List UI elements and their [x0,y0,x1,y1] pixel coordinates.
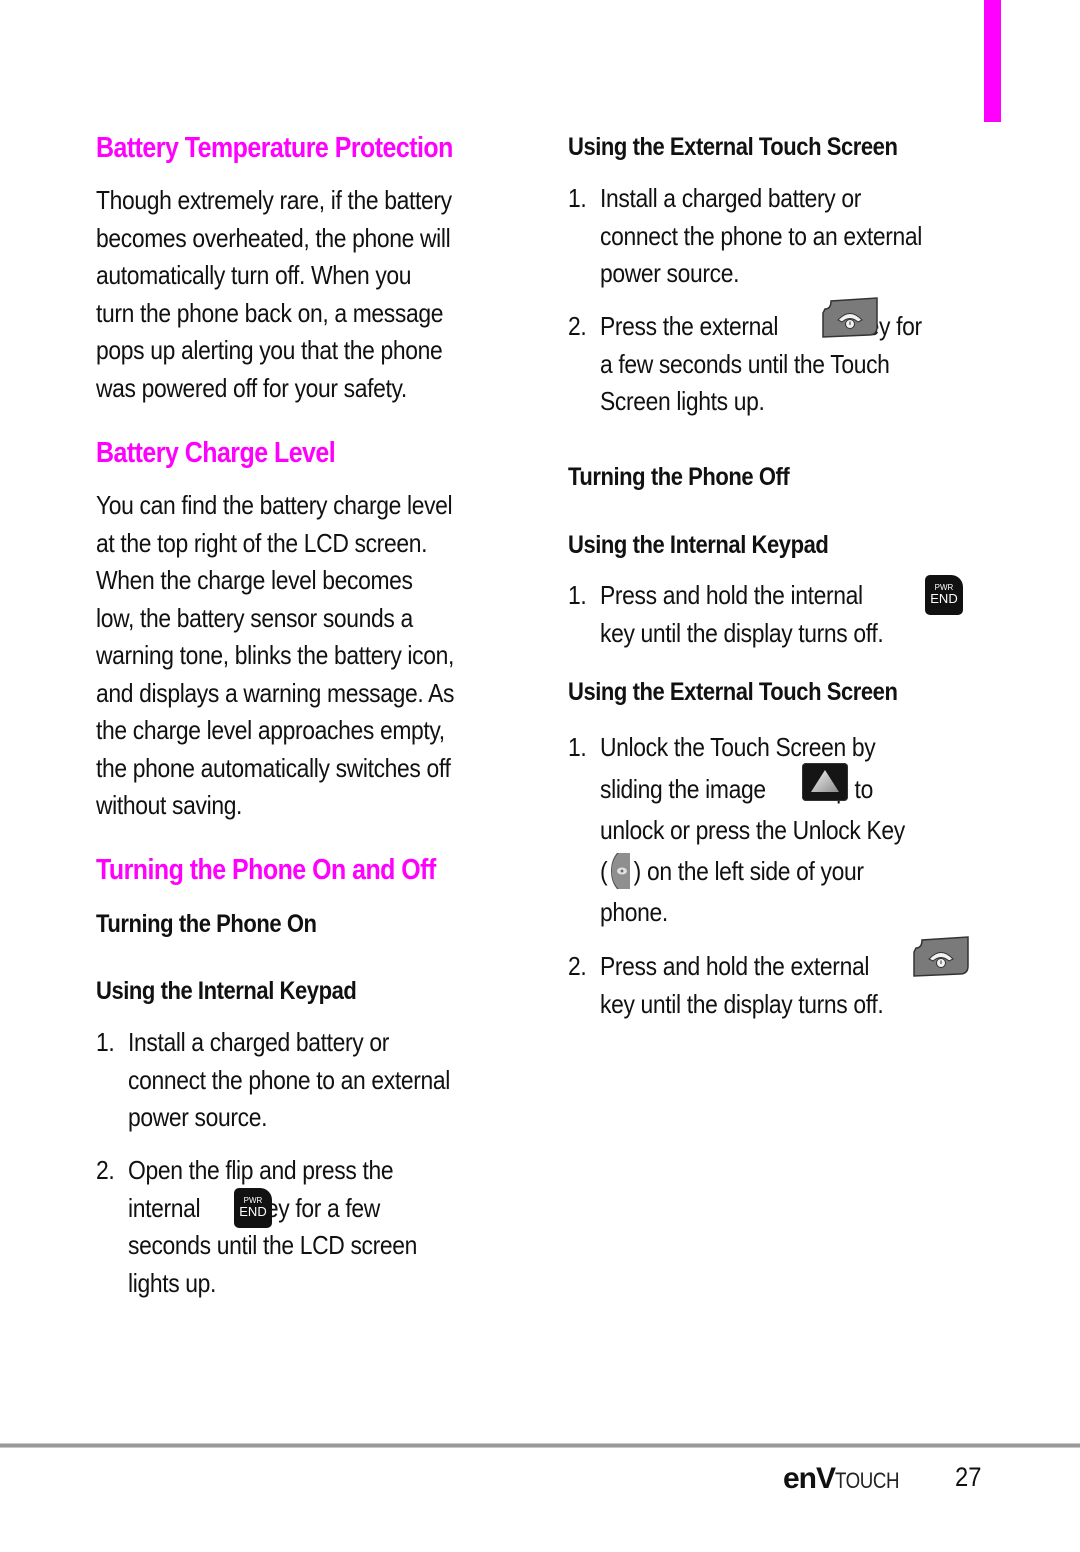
step-line: unlock or press the Unlock Key [600,815,905,845]
step-line: internal key for a few [128,1190,417,1228]
paragraph-line: low, the battery sensor sounds a [96,602,413,633]
step-line: Install a charged battery or [128,1027,390,1057]
pwr-end-key-icon: PWR END [234,1188,272,1228]
step-number: 2. [568,951,587,981]
step-line: phone. [600,897,668,927]
step-number: 1. [96,1027,115,1057]
unlock-key-icon [611,852,631,890]
paragraph-line: and displays a warning message. As [96,677,455,708]
step-line: Press and hold the internal [600,580,863,610]
section-tab-marker [984,0,1001,122]
paragraph-line: the charge level approaches empty, [96,715,445,745]
brand-logo: enVTOUCH [783,1462,910,1495]
step-line: ( ) on the left side of your [600,853,905,891]
step-line: Press and hold the external [600,951,870,981]
turning-phone-off-heading: Turning the Phone Off [568,463,790,491]
paragraph-line: becomes overheated, the phone will [96,222,451,253]
paragraph-line: was powered off for your safety. [96,372,407,403]
step-text: sliding the image [600,773,766,804]
end-label: END [239,1204,267,1219]
step-line: a few seconds until the Touch [600,348,890,379]
external-touch-screen-on-heading: Using the External Touch Screen [568,133,898,161]
battery-charge-paragraph: You can find the battery charge level at… [96,487,454,825]
step-line: power source. [600,258,740,288]
step-line: key until the display turns off. [600,617,884,648]
step-line: Install a charged battery or [600,183,862,213]
paragraph-line: the phone automatically switches off [96,752,451,783]
step-line: Open the flip and press the [128,1155,394,1185]
turning-phone-on-off-heading: Turning the Phone On and Off [96,854,436,886]
turning-phone-on-subheading: Turning the Phone On [96,910,317,938]
paragraph-line: without saving. [96,790,243,820]
step-text: ( [600,855,608,886]
external-end-key-icon [821,297,879,339]
step-number: 2. [568,311,587,341]
step-line: connect the phone to an external [128,1064,451,1095]
step-number: 1. [568,732,587,762]
step-text: Press the external [600,311,779,341]
brand-env: enV [783,1462,836,1495]
battery-temperature-heading: Battery Temperature Protection [96,132,453,164]
step-line: Screen lights up. [600,386,765,416]
step-text: key for a few [254,1192,380,1223]
page-number: 27 [955,1462,982,1492]
paragraph-line: pops up alerting you that the phone [96,335,443,365]
step-line: connect the phone to an external [600,220,923,251]
battery-temperature-paragraph: Though extremely rare, if the battery be… [96,182,452,407]
step-number: 1. [568,183,587,213]
end-label: END [930,591,958,606]
step-text: internal [128,1192,201,1223]
paragraph-line: When the charge level becomes [96,565,413,595]
step-line: power source. [128,1102,268,1132]
step-number: 2. [96,1155,115,1185]
step-line: seconds until the LCD screen [128,1230,418,1260]
paragraph-line: automatically turn off. When you [96,260,412,290]
step-line: key until the display turns off. [600,988,884,1019]
step-line: sliding the image up to [600,771,905,809]
pwr-end-key-icon: PWR END [925,575,963,615]
step-line: Unlock the Touch Screen by [600,732,876,762]
footer-divider [0,1443,1080,1448]
battery-charge-heading: Battery Charge Level [96,437,336,469]
paragraph-line: You can find the battery charge level [96,490,453,520]
step-line: lights up. [128,1267,217,1298]
paragraph-line: warning tone, blinks the battery icon, [96,640,455,670]
paragraph-line: Though extremely rare, if the battery [96,185,452,215]
step-number: 1. [568,580,587,610]
paragraph-line: turn the phone back on, a message [96,297,444,328]
external-touch-screen-off-heading: Using the External Touch Screen [568,678,898,706]
slide-up-arrow-icon [802,763,848,801]
external-end-key-icon [912,936,970,978]
paragraph-line: at the top right of the LCD screen. [96,527,428,558]
internal-keypad-subheading: Using the Internal Keypad [96,977,357,1005]
brand-touch: TOUCH [835,1468,900,1493]
step-text: ) on the left side of your [633,855,864,886]
internal-keypad-off-heading: Using the Internal Keypad [568,531,829,559]
